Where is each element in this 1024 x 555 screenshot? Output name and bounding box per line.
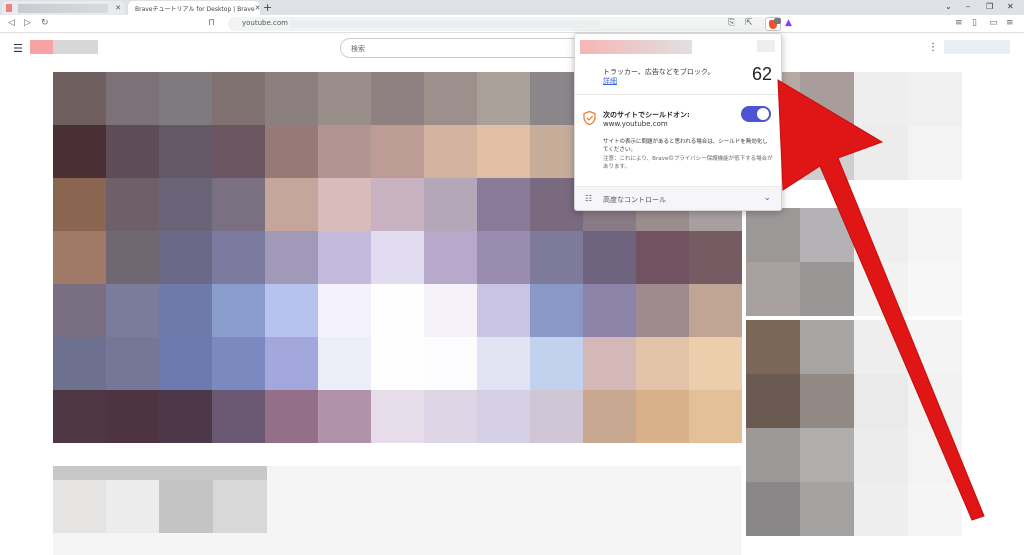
annotation-arrow — [777, 79, 985, 521]
